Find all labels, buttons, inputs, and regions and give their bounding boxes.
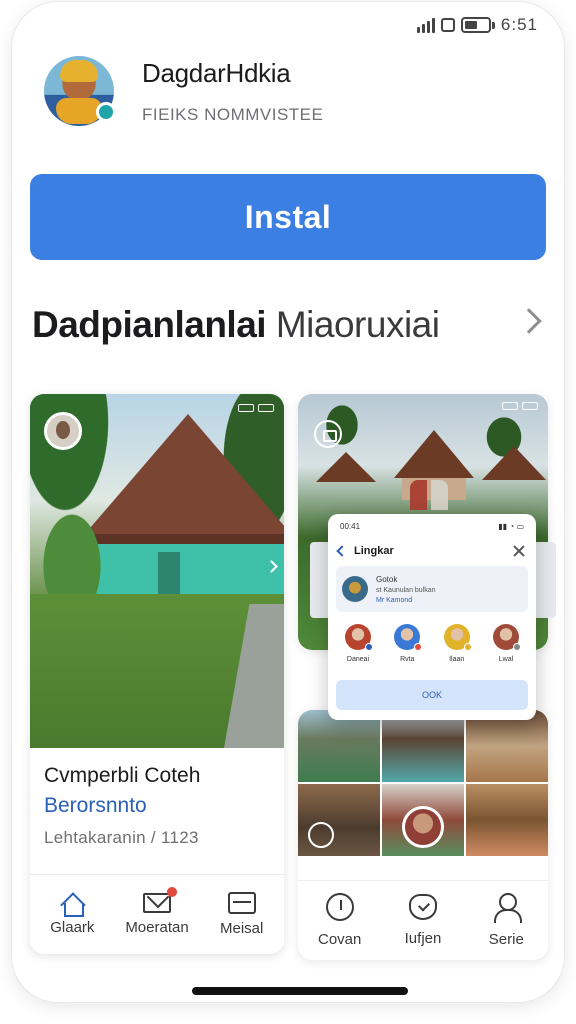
feature-title: Cvmperbli Coteh (44, 764, 201, 787)
contact-avatar (394, 624, 423, 651)
nav-item-favorites[interactable]: Iufjen (381, 881, 464, 960)
section-title-light: Miaoruxiai (275, 304, 440, 345)
status-bar: 6:51 (416, 14, 538, 36)
contact-avatar (345, 624, 373, 651)
card-icon (227, 892, 256, 914)
share-dialog: 00:41 ▮▮ ◔ ▭ Lingkar Gotok st Kaunulan b… (328, 514, 536, 720)
nav-label: Glaark (50, 919, 95, 936)
section-title: Dadpianlanlai Miaoruxiai (32, 304, 440, 346)
user-icon (492, 893, 523, 923)
install-button[interactable]: Instal (30, 174, 546, 260)
overlay-next-edge[interactable] (536, 542, 556, 618)
app-name: DagdarHdkia (142, 57, 291, 88)
grid-avatar[interactable] (402, 806, 444, 848)
contact-avatar (492, 624, 521, 651)
sim-icon (440, 18, 455, 32)
feature-photo[interactable] (30, 394, 284, 748)
contact-avatar (443, 624, 472, 651)
notification-dot (167, 887, 177, 897)
status-dot (463, 643, 472, 651)
camera-icon[interactable] (314, 420, 342, 448)
grid-photo[interactable] (466, 784, 548, 856)
battery-icon (460, 17, 491, 33)
grid-photo[interactable] (298, 784, 380, 856)
back-icon[interactable] (336, 545, 348, 557)
home-indicator[interactable] (192, 987, 408, 995)
nav-label: Covan (317, 931, 362, 948)
nav-item-profile[interactable]: Serie (465, 881, 548, 960)
contact-label: Rvta (400, 656, 415, 663)
dialog-status-bar: 00:41 ▮▮ ◔ ▭ (328, 522, 536, 531)
contact-label: Lwal (498, 656, 514, 663)
verified-badge-icon (96, 102, 116, 122)
grid-photo[interactable] (466, 710, 548, 782)
dialog-ok-button[interactable]: OOK (336, 680, 528, 710)
status-time: 6:51 (500, 15, 538, 34)
nav-label: Moeratan (125, 919, 189, 936)
contact-label: Daneai (346, 656, 370, 663)
clock-icon (325, 893, 354, 921)
dialog-header: Lingkar (336, 542, 526, 560)
feature-author-link[interactable]: Berorsnnto (44, 794, 200, 818)
overlay-prev-edge[interactable] (310, 542, 328, 618)
contact-item[interactable]: Rvta (385, 624, 429, 663)
dialog-profile-row[interactable]: Gotok st Kaunulan bulkan Mr Kamond (336, 566, 528, 612)
screenshot-status-icons (502, 402, 538, 410)
profile-extra: Mr Kamond (376, 596, 413, 604)
profile-detail: st Kaunulan bulkan (376, 586, 436, 594)
feature-card[interactable]: Cvmperbli Coteh Berorsnnto Lehtakaranin … (30, 394, 284, 954)
app-title-block: DagdarHdkia FIEIKS NOMMVISTEE (142, 58, 323, 125)
status-dot (365, 643, 373, 651)
phone-frame: 6:51 DagdarHdkia FIEIKS NOMMVISTEE Insta… (12, 2, 564, 1002)
photo-avatar[interactable] (44, 412, 82, 450)
app-icon (44, 56, 116, 126)
mail-icon (143, 887, 177, 913)
grid-photo[interactable] (382, 710, 464, 782)
contact-item[interactable]: Daneai (336, 624, 380, 663)
chevron-right-icon[interactable] (516, 308, 542, 334)
feature-card-nav: Glaark Moeratan Meisal (30, 874, 284, 954)
dialog-status-icons: ▮▮ ◔ ▭ (498, 522, 524, 531)
dialog-title: Lingkar (354, 545, 394, 557)
profile-avatar (342, 576, 368, 602)
nav-label: Serie (488, 931, 524, 948)
feature-caption: Cvmperbli Coteh Berorsnnto Lehtakaranin … (44, 764, 200, 848)
nav-item-home[interactable]: Glaark (30, 875, 115, 954)
profile-name: Gotok (376, 574, 398, 584)
contact-item[interactable]: Lwal (484, 624, 528, 663)
nav-item-recent[interactable]: Covan (298, 881, 381, 960)
heart-icon (408, 894, 437, 920)
contact-item[interactable]: Ilaan (435, 624, 479, 663)
battery-tip (491, 21, 495, 29)
screenshot-nav: Covan Iufjen Serie (298, 880, 548, 960)
close-icon[interactable] (512, 544, 526, 558)
contact-list: Daneai Rvta Ilaan Lwal (336, 624, 528, 663)
grid-photo[interactable] (298, 710, 380, 782)
profile-text: Gotok st Kaunulan bulkan Mr Kamond (376, 575, 436, 604)
status-dot (512, 643, 521, 651)
screenshot-card-gallery[interactable]: Covan Iufjen Serie (298, 710, 548, 960)
signal-icon (416, 17, 435, 33)
nav-item-messages[interactable]: Moeratan (115, 875, 200, 954)
nav-label: Meisal (220, 920, 264, 937)
app-subtitle: FIEIKS NOMMVISTEE (142, 104, 324, 124)
nav-label: Iufjen (404, 930, 442, 947)
section-header[interactable]: Dadpianlanlai Miaoruxiai (32, 300, 544, 350)
section-title-bold: Dadpianlanlai (32, 304, 267, 345)
dialog-time: 00:41 (340, 522, 361, 531)
app-header: DagdarHdkia FIEIKS NOMMVISTEE (44, 56, 323, 126)
photo-status-icons (238, 404, 274, 412)
nav-item-card[interactable]: Meisal (199, 875, 284, 954)
home-icon (60, 893, 85, 917)
status-dot (414, 643, 423, 651)
grid-badge-icon (308, 822, 334, 848)
contact-label: Ilaan (449, 656, 465, 663)
feature-meta: Lehtakaranin / 1123 (44, 828, 199, 847)
